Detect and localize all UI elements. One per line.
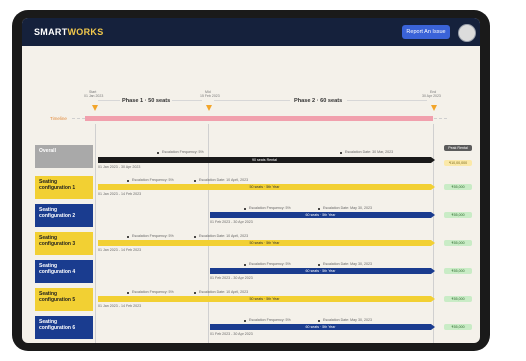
config-1-freq-dot	[127, 180, 129, 182]
milestone-2-bottom: 15 Feb 2023	[200, 94, 220, 98]
config-1-bar-cap	[431, 184, 435, 190]
config-3-freq-label: Escalation Frequency: 5%	[132, 234, 174, 238]
milestone-2-arrow-icon[interactable]	[206, 105, 212, 111]
config-6-date-range: 01 Feb 2023 - 30 Apr 2023	[210, 332, 253, 336]
config-2-freq-dot	[244, 208, 246, 210]
config-5-freq-label: Escalation Frequency: 5%	[132, 290, 174, 294]
config-4-bar[interactable]: 60 seats · 5th Year	[210, 268, 431, 274]
config-2-date-range: 01 Feb 2023 - 30 Apr 2023	[210, 220, 253, 224]
config-6-freq-label: Escalation Frequency: 5%	[249, 318, 291, 322]
config-5-bar[interactable]: 50 seats · 5th Year	[98, 296, 431, 302]
phase-1-line-left	[98, 100, 120, 101]
guide-line-start	[95, 124, 96, 343]
overall-freq-label: Escalation Frequency: 5%	[162, 150, 204, 154]
config-6-peak-pill: ₹55,000	[444, 324, 472, 330]
overall-bar[interactable]: 90 seats Rental	[98, 157, 431, 163]
seating-config-4-tile[interactable]: Seating configuration 4	[35, 260, 93, 283]
top-bar: SMARTWORKS Report An Issue	[22, 18, 480, 46]
config-4-freq-dot	[244, 264, 246, 266]
config-1-date-range: 01 Jan 2023 - 14 Feb 2023	[98, 192, 142, 196]
milestone-3-arrow-icon[interactable]	[431, 105, 437, 111]
config-3-date-range: 01 Jan 2023 - 14 Feb 2023	[98, 248, 142, 252]
config-1-date-dot	[194, 180, 196, 182]
seating-config-1-tile[interactable]: Seating configuration 1	[35, 176, 93, 199]
overall-tile[interactable]: Overall	[35, 145, 93, 168]
config-1-peak-pill: ₹55,000	[444, 184, 472, 190]
phase-1-label: Phase 1 · 50 seats	[122, 98, 171, 104]
seating-config-6-tile[interactable]: Seating configuration 6	[35, 316, 93, 339]
app-logo: SMARTWORKS	[34, 27, 104, 37]
config-2-peak-pill: ₹55,000	[444, 212, 472, 218]
config-3-bar[interactable]: 50 seats · 5th Year	[98, 240, 431, 246]
milestone-3-bottom: 30 Apr 2023	[422, 94, 441, 98]
seating-config-2-tile[interactable]: Seating configuration 2	[35, 204, 93, 227]
phase-2-label: Phase 2 · 60 seats	[294, 98, 343, 104]
logo-accent-text: WORKS	[67, 27, 104, 37]
config-2-freq-label: Escalation Frequency: 5%	[249, 206, 291, 210]
overall-bar-cap	[431, 157, 435, 163]
config-4-freq-label: Escalation Frequency: 5%	[249, 262, 291, 266]
seating-config-5-tile[interactable]: Seating configuration 5	[35, 288, 93, 311]
phase-1-line-right	[172, 100, 202, 101]
peak-rental-header: Peak Rental	[444, 145, 472, 151]
phase-2-line-left	[214, 100, 290, 101]
config-5-date-range: 01 Jan 2023 - 14 Feb 2023	[98, 304, 142, 308]
tablet-frame: SMARTWORKS Report An Issue Phase 1 · 50 …	[12, 10, 490, 351]
timeline-label: Timeline	[50, 116, 67, 121]
milestone-1-arrow-icon[interactable]	[92, 105, 98, 111]
config-4-peak-pill: ₹55,000	[444, 268, 472, 274]
logo-main-text: SMART	[34, 27, 68, 37]
timeline-bar	[85, 116, 433, 121]
config-2-bar-cap	[431, 212, 435, 218]
config-5-peak-pill: ₹55,000	[444, 296, 472, 302]
overall-date-range: 01 Jan 2023 - 30 Apr 2023	[98, 165, 141, 169]
config-6-freq-dot	[244, 320, 246, 322]
config-5-date-label: Escalation Date: 10 April, 2023	[199, 290, 249, 294]
config-4-date-range: 01 Feb 2023 - 30 Apr 2023	[210, 276, 253, 280]
milestone-1-bottom: 01 Jan 2023	[84, 94, 104, 98]
overall-date-label: Escalation Date: 30 Mar, 2023	[345, 150, 394, 154]
config-3-bar-cap	[431, 240, 435, 246]
seating-config-3-tile[interactable]: Seating configuration 3	[35, 232, 93, 255]
config-6-bar-cap	[431, 324, 435, 330]
config-3-peak-pill: ₹55,000	[444, 240, 472, 246]
config-4-bar-cap	[431, 268, 435, 274]
config-4-date-dot	[318, 264, 320, 266]
config-1-freq-label: Escalation Frequency: 5%	[132, 178, 174, 182]
config-3-date-dot	[194, 236, 196, 238]
config-2-date-label: Escalation Date: May 30, 2023	[323, 206, 372, 210]
config-5-freq-dot	[127, 292, 129, 294]
config-5-date-dot	[194, 292, 196, 294]
config-2-bar[interactable]: 60 seats · 5th Year	[210, 212, 431, 218]
user-avatar[interactable]	[458, 24, 476, 42]
overall-peak-pill: ₹10,00,000	[444, 160, 472, 166]
config-3-date-label: Escalation Date: 10 April, 2023	[199, 234, 249, 238]
overall-freq-dot	[157, 152, 159, 154]
config-6-date-label: Escalation Date: May 30, 2023	[323, 318, 372, 322]
config-5-bar-cap	[431, 296, 435, 302]
config-3-freq-dot	[127, 236, 129, 238]
overall-date-dot	[340, 152, 342, 154]
app-screen: SMARTWORKS Report An Issue Phase 1 · 50 …	[22, 18, 480, 343]
config-6-date-dot	[318, 320, 320, 322]
phase-2-line-right	[347, 100, 427, 101]
config-4-date-label: Escalation Date: May 30, 2023	[323, 262, 372, 266]
config-1-bar[interactable]: 50 seats · 5th Year	[98, 184, 431, 190]
config-6-bar[interactable]: 60 seats · 5th Year	[210, 324, 431, 330]
config-2-date-dot	[318, 208, 320, 210]
config-1-date-label: Escalation Date: 10 April, 2023	[199, 178, 249, 182]
report-issue-button[interactable]: Report An Issue	[402, 25, 450, 39]
